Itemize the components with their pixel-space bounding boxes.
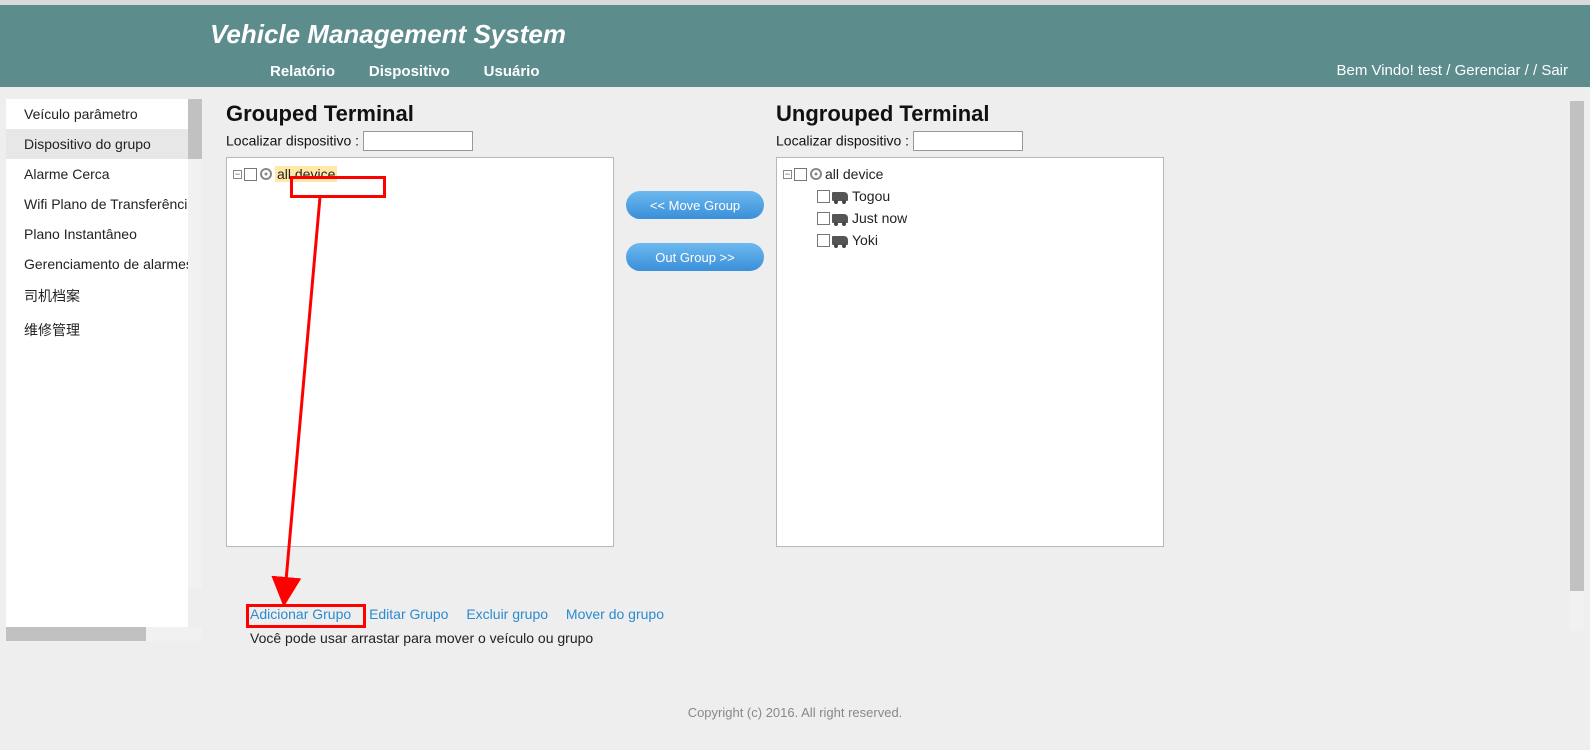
grouped-root-label[interactable]: all device	[275, 166, 337, 182]
grouped-panel: Grouped Terminal Localizar dispositivo :…	[226, 101, 614, 547]
manage-link[interactable]: Gerenciar	[1455, 62, 1521, 79]
grouped-search-label: Localizar dispositivo :	[226, 133, 363, 149]
group-actions: Adicionar Grupo Editar Grupo Excluir gru…	[250, 606, 678, 622]
welcome-sep: / /	[1525, 62, 1542, 79]
logout-link[interactable]: Sair	[1541, 62, 1568, 79]
sidebar-v-scroll-thumb[interactable]	[188, 99, 202, 159]
sidebar: Veículo parâmetro Dispositivo do grupo A…	[6, 99, 188, 629]
move-group-link[interactable]: Mover do grupo	[566, 606, 664, 622]
item-label[interactable]: Togou	[852, 188, 890, 204]
app-title: Vehicle Management System	[210, 19, 566, 50]
sidebar-h-scrollbar[interactable]	[6, 627, 202, 641]
add-group-link[interactable]: Adicionar Grupo	[250, 606, 351, 622]
main-nav: Relatório Dispositivo Usuário	[270, 63, 570, 80]
ungrouped-root-label[interactable]: all device	[825, 166, 883, 182]
grouped-title: Grouped Terminal	[226, 101, 614, 127]
sidebar-item-dispositivo-do-grupo[interactable]: Dispositivo do grupo	[6, 129, 188, 159]
list-item[interactable]: Just now	[817, 208, 1157, 228]
grouped-search-input[interactable]	[363, 131, 473, 151]
nav-dispositivo[interactable]: Dispositivo	[369, 63, 450, 80]
ungrouped-title: Ungrouped Terminal	[776, 101, 1164, 127]
sidebar-item-maintenance[interactable]: 维修管理	[6, 313, 188, 347]
ungrouped-search-input[interactable]	[913, 131, 1023, 151]
item-checkbox[interactable]	[817, 190, 830, 203]
content-v-scroll-thumb[interactable]	[1570, 101, 1584, 591]
sidebar-item-driver-files[interactable]: 司机档案	[6, 279, 188, 313]
sidebar-item-gerenciamento-alarmes[interactable]: Gerenciamento de alarmes	[6, 249, 188, 279]
item-checkbox[interactable]	[817, 234, 830, 247]
welcome-prefix: Bem Vindo! test	[1336, 62, 1446, 79]
item-label[interactable]: Yoki	[852, 232, 878, 248]
footer: Copyright (c) 2016. All right reserved.	[0, 647, 1590, 720]
grouped-root-node[interactable]: − all device	[233, 164, 607, 184]
ungrouped-panel: Ungrouped Terminal Localizar dispositivo…	[776, 101, 1164, 547]
grouped-tree: − all device	[226, 157, 614, 547]
edit-group-link[interactable]: Editar Grupo	[369, 606, 448, 622]
move-group-button[interactable]: << Move Group	[626, 191, 764, 219]
vehicle-icon	[832, 192, 848, 201]
nav-relatorio[interactable]: Relatório	[270, 63, 335, 80]
list-item[interactable]: Togou	[817, 186, 1157, 206]
header: Vehicle Management System Relatório Disp…	[0, 5, 1590, 87]
gear-icon	[259, 167, 273, 181]
tree-collapse-icon[interactable]: −	[783, 170, 792, 179]
ungrouped-root-checkbox[interactable]	[794, 168, 807, 181]
sidebar-container: Veículo parâmetro Dispositivo do grupo A…	[0, 87, 208, 647]
content: Grouped Terminal Localizar dispositivo :…	[208, 87, 1590, 647]
vehicle-icon	[832, 236, 848, 245]
ungrouped-root-node[interactable]: − all device	[783, 164, 1157, 184]
welcome-text: Bem Vindo! test / Gerenciar / / Sair	[1336, 62, 1568, 79]
sidebar-v-scrollbar[interactable]	[188, 99, 202, 589]
out-group-button[interactable]: Out Group >>	[626, 243, 764, 271]
item-label[interactable]: Just now	[852, 210, 907, 226]
sidebar-item-plano-instantaneo[interactable]: Plano Instantâneo	[6, 219, 188, 249]
sidebar-h-scroll-thumb[interactable]	[6, 627, 146, 641]
move-buttons: << Move Group Out Group >>	[626, 101, 764, 547]
nav-usuario[interactable]: Usuário	[484, 63, 540, 80]
delete-group-link[interactable]: Excluir grupo	[466, 606, 548, 622]
drag-hint: Você pode usar arrastar para mover o veí…	[250, 630, 593, 646]
ungrouped-search-label: Localizar dispositivo :	[776, 133, 913, 149]
sidebar-item-veiculo-parametro[interactable]: Veículo parâmetro	[6, 99, 188, 129]
tree-collapse-icon[interactable]: −	[233, 170, 242, 179]
item-checkbox[interactable]	[817, 212, 830, 225]
content-v-scrollbar[interactable]	[1570, 101, 1584, 631]
grouped-root-checkbox[interactable]	[244, 168, 257, 181]
vehicle-icon	[832, 214, 848, 223]
gear-icon	[809, 167, 823, 181]
sidebar-item-wifi-plano[interactable]: Wifi Plano de Transferência	[6, 189, 188, 219]
sidebar-item-alarme-cerca[interactable]: Alarme Cerca	[6, 159, 188, 189]
ungrouped-tree: − all device Togou	[776, 157, 1164, 547]
list-item[interactable]: Yoki	[817, 230, 1157, 250]
